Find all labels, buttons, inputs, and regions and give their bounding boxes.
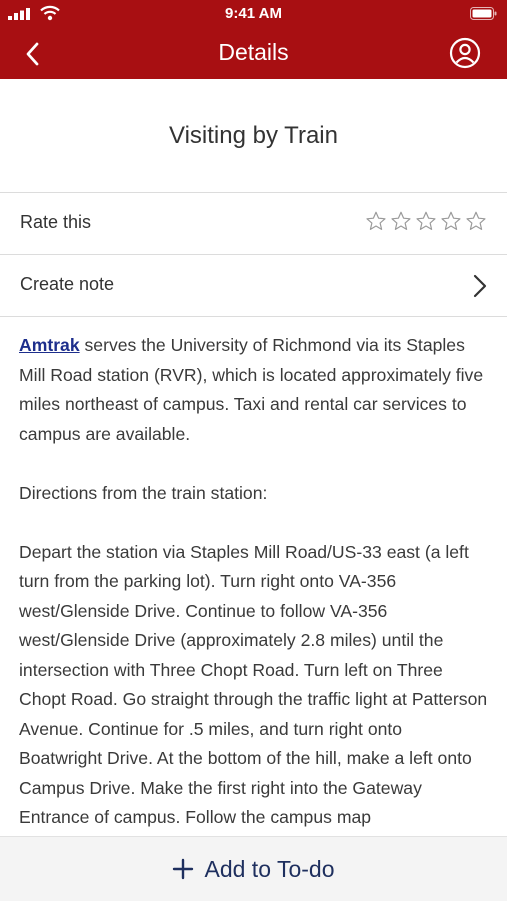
rate-row: Rate this [0,193,507,254]
status-time: 9:41 AM [225,5,282,22]
directions-heading: Directions from the train station: [19,482,268,503]
star-icon[interactable] [465,210,487,232]
star-rating [365,210,487,232]
divider [0,316,507,317]
directions-paragraph: Depart the station via Staples Mill Road… [19,541,488,828]
star-icon[interactable] [415,210,437,232]
create-note-label: Create note [20,274,115,294]
intro-paragraph: Amtrak serves the University of Richmond… [19,331,489,449]
nav-title: Details [218,39,289,65]
battery-icon [470,7,497,20]
add-to-todo-button[interactable]: Add to To-do [0,836,507,901]
chevron-right-icon [473,274,487,298]
nav-bar: Details [0,28,507,79]
article-content: Amtrak serves the University of Richmond… [19,331,489,862]
star-icon[interactable] [390,210,412,232]
create-note-row[interactable]: Create note [0,255,507,316]
intro-text: serves the University of Richmond via it… [19,335,484,444]
star-icon[interactable] [440,210,462,232]
amtrak-link[interactable]: Amtrak [19,335,80,355]
header-bar: 9:41 AM Details [0,0,507,79]
plus-icon [173,858,194,880]
rate-label: Rate this [20,212,92,232]
profile-icon[interactable] [449,37,481,69]
add-to-todo-label: Add to To-do [204,855,335,882]
status-bar: 9:41 AM [0,0,507,28]
page-title: Visiting by Train [169,121,338,149]
star-icon[interactable] [365,210,387,232]
